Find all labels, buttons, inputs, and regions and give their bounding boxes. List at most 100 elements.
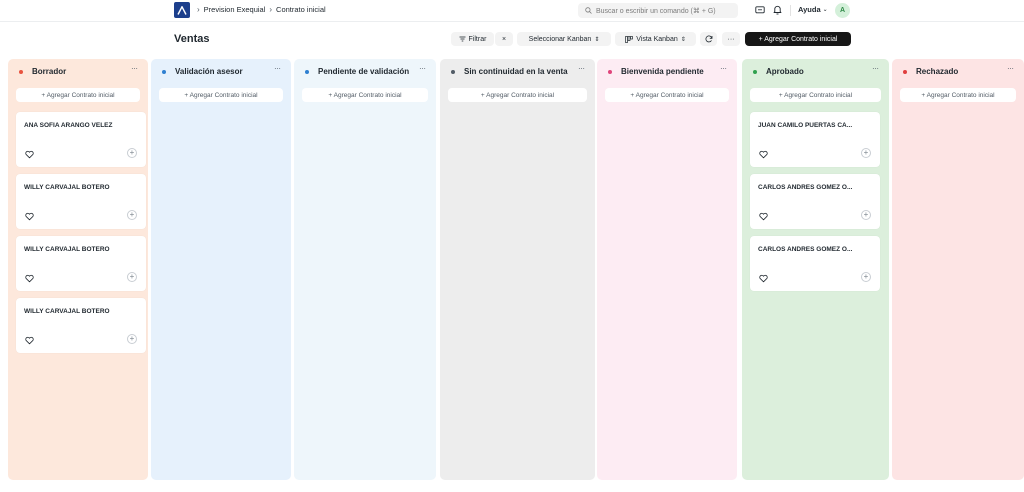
add-icon[interactable]: + (861, 272, 871, 282)
column-add-contract-button[interactable]: + Agregar Contrato inicial (900, 88, 1016, 102)
bell-icon (772, 5, 782, 15)
refresh-icon (705, 35, 712, 43)
kanban-column: Rechazado ··· + Agregar Contrato inicial (892, 59, 1024, 480)
more-icon: ··· (727, 35, 735, 43)
column-title: Bienvenida pendiente (621, 67, 704, 76)
card-title[interactable]: WILLY CARVAJAL BOTERO (24, 184, 110, 191)
add-icon[interactable]: + (861, 210, 871, 220)
kanban-card[interactable]: CARLOS ANDRES GOMEZ O... + (750, 174, 880, 229)
filter-button[interactable]: Filtrar (451, 32, 494, 46)
column-menu-icon[interactable]: ··· (578, 64, 585, 73)
kanban-card[interactable]: WILLY CARVAJAL BOTERO + (16, 236, 146, 291)
clear-filters-button[interactable]: × (495, 32, 513, 46)
column-add-contract-button[interactable]: + Agregar Contrato inicial (302, 88, 428, 102)
column-header: Borrador ··· (8, 64, 148, 78)
add-icon[interactable]: + (127, 334, 137, 344)
chevron-down-icon: ⌄ (822, 7, 828, 13)
kanban-card[interactable]: WILLY CARVAJAL BOTERO + (16, 174, 146, 229)
card-title[interactable]: WILLY CARVAJAL BOTERO (24, 246, 110, 253)
column-title: Rechazado (916, 67, 959, 76)
chevron-right-icon: › (269, 5, 273, 14)
more-options-button[interactable]: ··· (722, 32, 740, 46)
add-contract-label: + Agregar Contrato inicial (758, 35, 838, 43)
chevron-right-icon: › (197, 5, 200, 14)
breadcrumb-module[interactable]: Prevision Exequial (204, 5, 266, 14)
chat-icon (755, 5, 765, 13)
column-title: Sin continuidad en la venta (464, 67, 568, 76)
add-icon[interactable]: + (127, 148, 137, 158)
column-add-contract-button[interactable]: + Agregar Contrato inicial (16, 88, 140, 102)
select-kanban-label: Seleccionar Kanban (528, 35, 592, 43)
heart-icon[interactable] (25, 274, 34, 283)
add-contract-button[interactable]: + Agregar Contrato inicial (745, 32, 851, 46)
column-header: Pendiente de validación ··· (294, 64, 436, 78)
card-title[interactable]: CARLOS ANDRES GOMEZ O... (758, 184, 852, 191)
column-add-contract-button[interactable]: + Agregar Contrato inicial (448, 88, 587, 102)
column-menu-icon[interactable]: ··· (131, 64, 138, 73)
heart-icon[interactable] (759, 150, 768, 159)
column-header: Validación asesor ··· (151, 64, 291, 78)
search-placeholder: Buscar o escribir un comando (⌘ + G) (596, 7, 716, 15)
card-title[interactable]: CARLOS ANDRES GOMEZ O... (758, 246, 852, 253)
add-icon[interactable]: + (127, 272, 137, 282)
status-dot-icon (753, 70, 757, 74)
breadcrumb-doctype[interactable]: Contrato inicial (276, 5, 326, 14)
column-add-contract-button[interactable]: + Agregar Contrato inicial (159, 88, 283, 102)
column-title: Pendiente de validación (318, 67, 410, 76)
chat-button[interactable] (754, 4, 766, 16)
heart-icon[interactable] (25, 150, 34, 159)
column-menu-icon[interactable]: ··· (1007, 64, 1014, 73)
logo-icon (177, 5, 187, 15)
card-title[interactable]: WILLY CARVAJAL BOTERO (24, 308, 110, 315)
heart-icon[interactable] (759, 274, 768, 283)
view-kanban-label: Vista Kanban (636, 35, 678, 43)
select-arrows-icon: ⇕ (594, 36, 600, 43)
search-bar[interactable]: Buscar o escribir un comando (⌘ + G) (578, 3, 738, 18)
heart-icon[interactable] (25, 212, 34, 221)
heart-icon[interactable] (759, 212, 768, 221)
app-logo[interactable] (174, 2, 190, 18)
status-dot-icon (903, 70, 907, 74)
column-menu-icon[interactable]: ··· (720, 64, 727, 73)
kanban-card[interactable]: ANA SOFIA ARANGO VELEZ + (16, 112, 146, 167)
column-header: Bienvenida pendiente ··· (597, 64, 737, 78)
kanban-column: Validación asesor ··· + Agregar Contrato i… (151, 59, 291, 480)
kanban-card[interactable]: CARLOS ANDRES GOMEZ O... + (750, 236, 880, 291)
avatar[interactable]: A (835, 3, 850, 18)
card-title[interactable]: JUAN CAMILO PUERTAS CA... (758, 122, 852, 129)
kanban-card[interactable]: WILLY CARVAJAL BOTERO + (16, 298, 146, 353)
status-dot-icon (19, 70, 23, 74)
search-icon (585, 7, 592, 14)
refresh-button[interactable] (700, 32, 717, 46)
add-icon[interactable]: + (861, 148, 871, 158)
column-menu-icon[interactable]: ··· (872, 64, 879, 73)
column-add-contract-button[interactable]: + Agregar Contrato inicial (750, 88, 881, 102)
add-icon[interactable]: + (127, 210, 137, 220)
column-header: Sin continuidad en la venta ··· (440, 64, 595, 78)
kanban-column: Borrador ··· + Agregar Contrato inicial ANA… (8, 59, 148, 480)
column-header: Aprobado ··· (742, 64, 889, 78)
kanban-column: Bienvenida pendiente ··· + Agregar Contrat… (597, 59, 737, 480)
help-menu[interactable]: Ayuda ⌄ (798, 5, 828, 14)
kanban-card[interactable]: JUAN CAMILO PUERTAS CA... + (750, 112, 880, 167)
kanban-column: Sin continuidad en la venta ··· + Agregar … (440, 59, 595, 480)
notifications-button[interactable] (771, 4, 783, 16)
navbar: › Prevision Exequial › Contrato inicial … (0, 0, 1024, 22)
card-title[interactable]: ANA SOFIA ARANGO VELEZ (24, 122, 112, 129)
column-menu-icon[interactable]: ··· (274, 64, 281, 73)
kanban-column: Aprobado ··· + Agregar Contrato inicial JUA… (742, 59, 889, 480)
kanban-column: Pendiente de validación ··· + Agregar Cont… (294, 59, 436, 480)
kanban-icon (625, 35, 634, 43)
heart-icon[interactable] (25, 336, 34, 345)
filter-label: Filtrar (468, 35, 487, 43)
status-dot-icon (608, 70, 612, 74)
status-dot-icon (162, 70, 166, 74)
view-kanban-button[interactable]: Vista Kanban ⇕ (615, 32, 696, 46)
close-icon: × (501, 35, 507, 43)
select-kanban-button[interactable]: Seleccionar Kanban ⇕ (517, 32, 611, 46)
column-title: Validación asesor (175, 67, 243, 76)
help-label: Ayuda (798, 5, 821, 14)
status-dot-icon (451, 70, 455, 74)
column-menu-icon[interactable]: ··· (419, 64, 426, 73)
column-add-contract-button[interactable]: + Agregar Contrato inicial (605, 88, 729, 102)
